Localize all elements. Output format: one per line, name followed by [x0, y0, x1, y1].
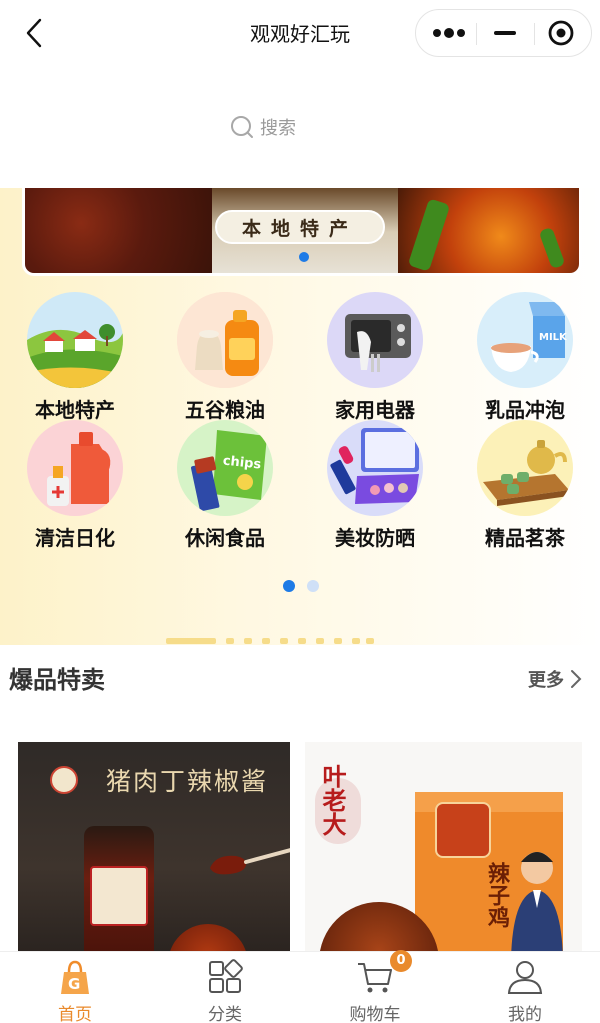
farmland-icon — [27, 292, 123, 388]
close-button[interactable] — [532, 10, 590, 56]
user-icon — [507, 961, 543, 994]
back-button[interactable] — [20, 16, 50, 50]
svg-text:MILK: MILK — [539, 332, 568, 343]
category-label: 美妆防晒 — [335, 526, 415, 550]
chevron-left-icon — [26, 18, 42, 48]
brand-name: 叶老大 — [318, 764, 347, 836]
chef-illustration — [511, 852, 563, 952]
minimize-button[interactable] — [476, 10, 534, 56]
grid-icon — [209, 959, 243, 993]
search-placeholder: 搜索 — [260, 118, 296, 139]
tab-cart[interactable]: 0 购物车 — [300, 950, 450, 1023]
category-item[interactable]: 家用电器 — [300, 292, 450, 422]
category-label: 本地特产 — [35, 398, 115, 422]
home-bag-icon: G — [61, 960, 89, 994]
category-label: 乳品冲泡 — [485, 398, 565, 422]
brand-logo: 叶老大 — [315, 764, 361, 846]
category-item[interactable]: 五谷粮油 — [150, 292, 300, 422]
snack-icon: chips — [177, 420, 273, 516]
category-label: 家用电器 — [335, 398, 415, 422]
tab-label: 首页 — [58, 1005, 92, 1023]
banner-image-meat — [25, 188, 212, 273]
jar-label — [90, 866, 148, 926]
hot-sale-header: 爆品特卖 更多 — [0, 656, 600, 700]
category-item[interactable]: 精品茗茶 — [450, 420, 600, 550]
milk-icon: MILK — [477, 292, 573, 388]
category-label: 休闲食品 — [185, 526, 265, 550]
search-area: 搜索 — [0, 66, 600, 188]
minimize-icon — [494, 31, 516, 35]
more-button[interactable] — [420, 10, 478, 56]
pager-dot[interactable] — [307, 580, 319, 592]
brand-logo — [50, 766, 78, 794]
decorative-dash-line — [166, 638, 376, 644]
product-list: 猪肉丁辣椒酱 叶老大 辣子鸡 — [0, 742, 600, 952]
more-dots-icon — [433, 28, 465, 38]
cart-icon — [358, 963, 392, 993]
cart-badge: 0 — [390, 950, 412, 972]
banner-carousel[interactable]: 本地特产 — [22, 188, 582, 276]
tab-home[interactable]: G 首页 — [0, 952, 150, 1023]
tab-label: 购物车 — [349, 1005, 401, 1023]
category-label: 五谷粮油 — [185, 398, 265, 422]
more-button[interactable]: 更多 — [528, 666, 582, 692]
spoon-icon — [210, 848, 290, 875]
appliance-icon — [327, 292, 423, 388]
grain-oil-icon — [177, 292, 273, 388]
pager-dot-active[interactable] — [283, 580, 295, 592]
search-input[interactable]: 搜索 — [230, 114, 296, 140]
category-item[interactable]: 美妆防晒 — [300, 420, 450, 550]
category-item[interactable]: chips 休闲食品 — [150, 420, 300, 550]
top-bar: 观观好汇玩 — [0, 0, 600, 66]
category-item[interactable]: 清洁日化 — [0, 420, 150, 550]
product-image-sauce — [168, 924, 248, 952]
chevron-right-icon — [571, 670, 582, 688]
tea-icon — [477, 420, 573, 516]
banner-tag: 本地特产 — [215, 210, 385, 244]
product-title: 猪肉丁辣椒酱 — [106, 767, 269, 796]
detergent-icon — [27, 420, 123, 516]
category-label: 精品茗茶 — [485, 526, 565, 550]
mini-program-capsule — [415, 9, 592, 57]
category-item[interactable]: MILK 乳品冲泡 — [450, 292, 600, 422]
category-item[interactable]: 本地特产 — [0, 292, 150, 422]
category-pager — [0, 580, 600, 594]
tab-bar: G 首页 分类 0 购物车 我的 — [0, 950, 600, 1023]
tab-label: 我的 — [508, 1005, 542, 1023]
banner-indicator — [299, 252, 309, 262]
tab-label: 分类 — [208, 1005, 242, 1023]
product-card[interactable]: 猪肉丁辣椒酱 — [18, 742, 290, 952]
section-title: 爆品特卖 — [9, 666, 105, 694]
category-label: 清洁日化 — [35, 526, 115, 550]
tab-profile[interactable]: 我的 — [450, 952, 600, 1023]
makeup-icon — [327, 420, 423, 516]
more-label: 更多 — [528, 670, 564, 691]
promo-area: 本地特产 本地特产 五谷粮油 家用电器 MILK 乳品冲泡 清洁日化 chips… — [0, 188, 600, 645]
product-card[interactable]: 叶老大 辣子鸡 — [305, 742, 582, 952]
target-icon — [548, 20, 574, 46]
search-icon — [231, 116, 253, 138]
bag-logo — [435, 802, 491, 858]
tab-category[interactable]: 分类 — [150, 952, 300, 1023]
svg-text:G: G — [68, 975, 80, 993]
